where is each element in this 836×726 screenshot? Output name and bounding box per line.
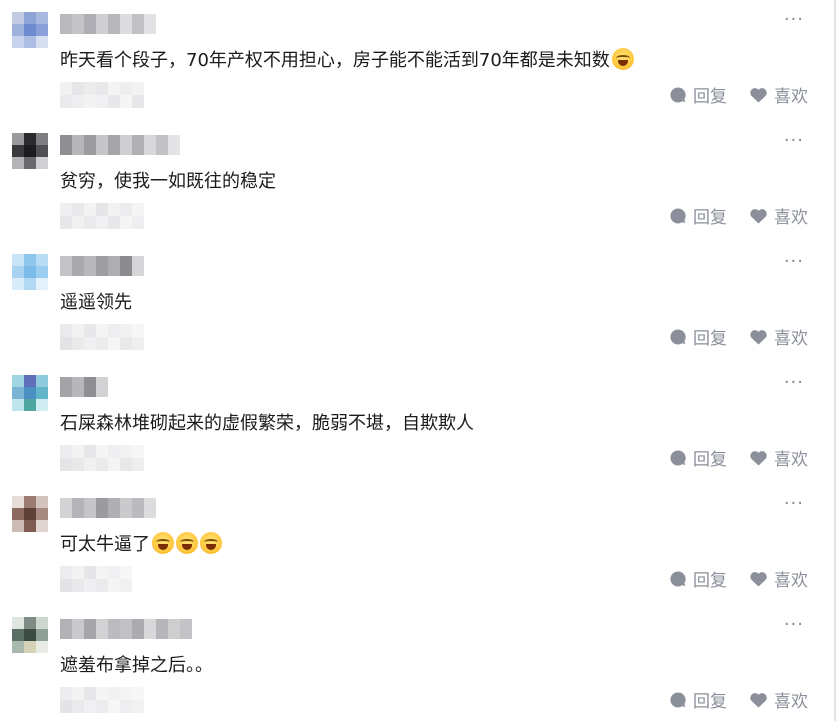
comment-actions: 回复 喜欢 [669, 324, 808, 349]
comment-text: 遥遥领先 [60, 292, 132, 313]
comment-item: ··· 遥遥领先 回复 喜欢 [0, 242, 834, 363]
username-blurred[interactable] [60, 498, 156, 518]
like-label: 喜欢 [774, 450, 808, 470]
comment-bubble-icon [670, 207, 686, 223]
username-blurred[interactable] [60, 256, 144, 276]
avatar[interactable] [12, 617, 48, 653]
reply-label: 回复 [693, 571, 727, 591]
comment-text: 石屎森林堆砌起来的虚假繁荣，脆弱不堪，自欺欺人 [60, 413, 474, 434]
comment-item: ··· 石屎森林堆砌起来的虚假繁荣，脆弱不堪，自欺欺人 回复 喜欢 [0, 363, 834, 484]
more-options-button[interactable]: ··· [784, 250, 804, 274]
comment-text: 遮羞布拿掉之后。。 [60, 655, 213, 676]
reply-button[interactable]: 回复 [669, 566, 727, 591]
comment-text: 贫穷，使我一如既往的稳定 [60, 171, 276, 192]
reply-label: 回复 [693, 329, 727, 349]
comment-bubble-icon [670, 86, 686, 102]
reply-label: 回复 [693, 450, 727, 470]
heart-icon [750, 208, 767, 223]
like-button[interactable]: 喜欢 [749, 203, 808, 228]
comment-actions: 回复 喜欢 [669, 687, 808, 712]
avatar[interactable] [12, 12, 48, 48]
like-button[interactable]: 喜欢 [749, 324, 808, 349]
like-label: 喜欢 [774, 692, 808, 712]
like-button[interactable]: 喜欢 [749, 445, 808, 470]
comment-bubble-icon [670, 449, 686, 465]
heart-icon [750, 450, 767, 465]
comment-bubble-icon [670, 691, 686, 707]
comment-actions: 回复 喜欢 [669, 445, 808, 470]
like-label: 喜欢 [774, 329, 808, 349]
reply-button[interactable]: 回复 [669, 687, 727, 712]
comment-item: ··· 可太牛逼了 回复 喜欢 [0, 484, 834, 605]
timestamp-blurred [60, 82, 144, 108]
timestamp-blurred [60, 324, 144, 350]
more-options-button[interactable]: ··· [784, 492, 804, 516]
like-label: 喜欢 [774, 208, 808, 228]
username-blurred[interactable] [60, 135, 180, 155]
rolling-laugh-emoji-icon [200, 532, 222, 554]
avatar[interactable] [12, 496, 48, 532]
comment-actions: 回复 喜欢 [669, 203, 808, 228]
reply-label: 回复 [693, 87, 727, 107]
comment-item: ··· 昨天看个段子，70年产权不用担心，房子能不能活到70年都是未知数 回复 … [0, 0, 834, 121]
comment-text: 可太牛逼了 [60, 532, 222, 558]
heart-icon [750, 329, 767, 344]
like-label: 喜欢 [774, 87, 808, 107]
more-options-button[interactable]: ··· [784, 613, 804, 637]
heart-icon [750, 692, 767, 707]
comment-item: ··· 贫穷，使我一如既往的稳定 回复 喜欢 [0, 121, 834, 242]
reply-label: 回复 [693, 692, 727, 712]
timestamp-blurred [60, 687, 144, 713]
comment-actions: 回复 喜欢 [669, 566, 808, 591]
heart-icon [750, 87, 767, 102]
like-label: 喜欢 [774, 571, 808, 591]
more-options-button[interactable]: ··· [784, 129, 804, 153]
comment-item: ··· 遮羞布拿掉之后。。 回复 喜欢 [0, 605, 834, 726]
timestamp-blurred [60, 566, 132, 592]
rolling-laugh-emoji-icon [611, 48, 634, 70]
more-options-button[interactable]: ··· [784, 371, 804, 395]
more-options-button[interactable]: ··· [784, 8, 804, 32]
timestamp-blurred [60, 203, 144, 229]
reply-button[interactable]: 回复 [669, 445, 727, 470]
username-blurred[interactable] [60, 619, 192, 639]
reply-button[interactable]: 回复 [669, 203, 727, 228]
comment-actions: 回复 喜欢 [669, 82, 808, 107]
avatar[interactable] [12, 375, 48, 411]
rolling-laugh-emoji-icon [176, 532, 198, 554]
rolling-laugh-emoji-icon [152, 532, 174, 554]
avatar[interactable] [12, 133, 48, 169]
username-blurred[interactable] [60, 14, 156, 34]
avatar[interactable] [12, 254, 48, 290]
reply-label: 回复 [693, 208, 727, 228]
heart-icon [750, 571, 767, 586]
comment-text: 昨天看个段子，70年产权不用担心，房子能不能活到70年都是未知数 [60, 48, 634, 74]
comment-bubble-icon [670, 328, 686, 344]
username-blurred[interactable] [60, 377, 108, 397]
like-button[interactable]: 喜欢 [749, 566, 808, 591]
comment-bubble-icon [670, 570, 686, 586]
reply-button[interactable]: 回复 [669, 82, 727, 107]
reply-button[interactable]: 回复 [669, 324, 727, 349]
like-button[interactable]: 喜欢 [749, 687, 808, 712]
like-button[interactable]: 喜欢 [749, 82, 808, 107]
timestamp-blurred [60, 445, 144, 471]
